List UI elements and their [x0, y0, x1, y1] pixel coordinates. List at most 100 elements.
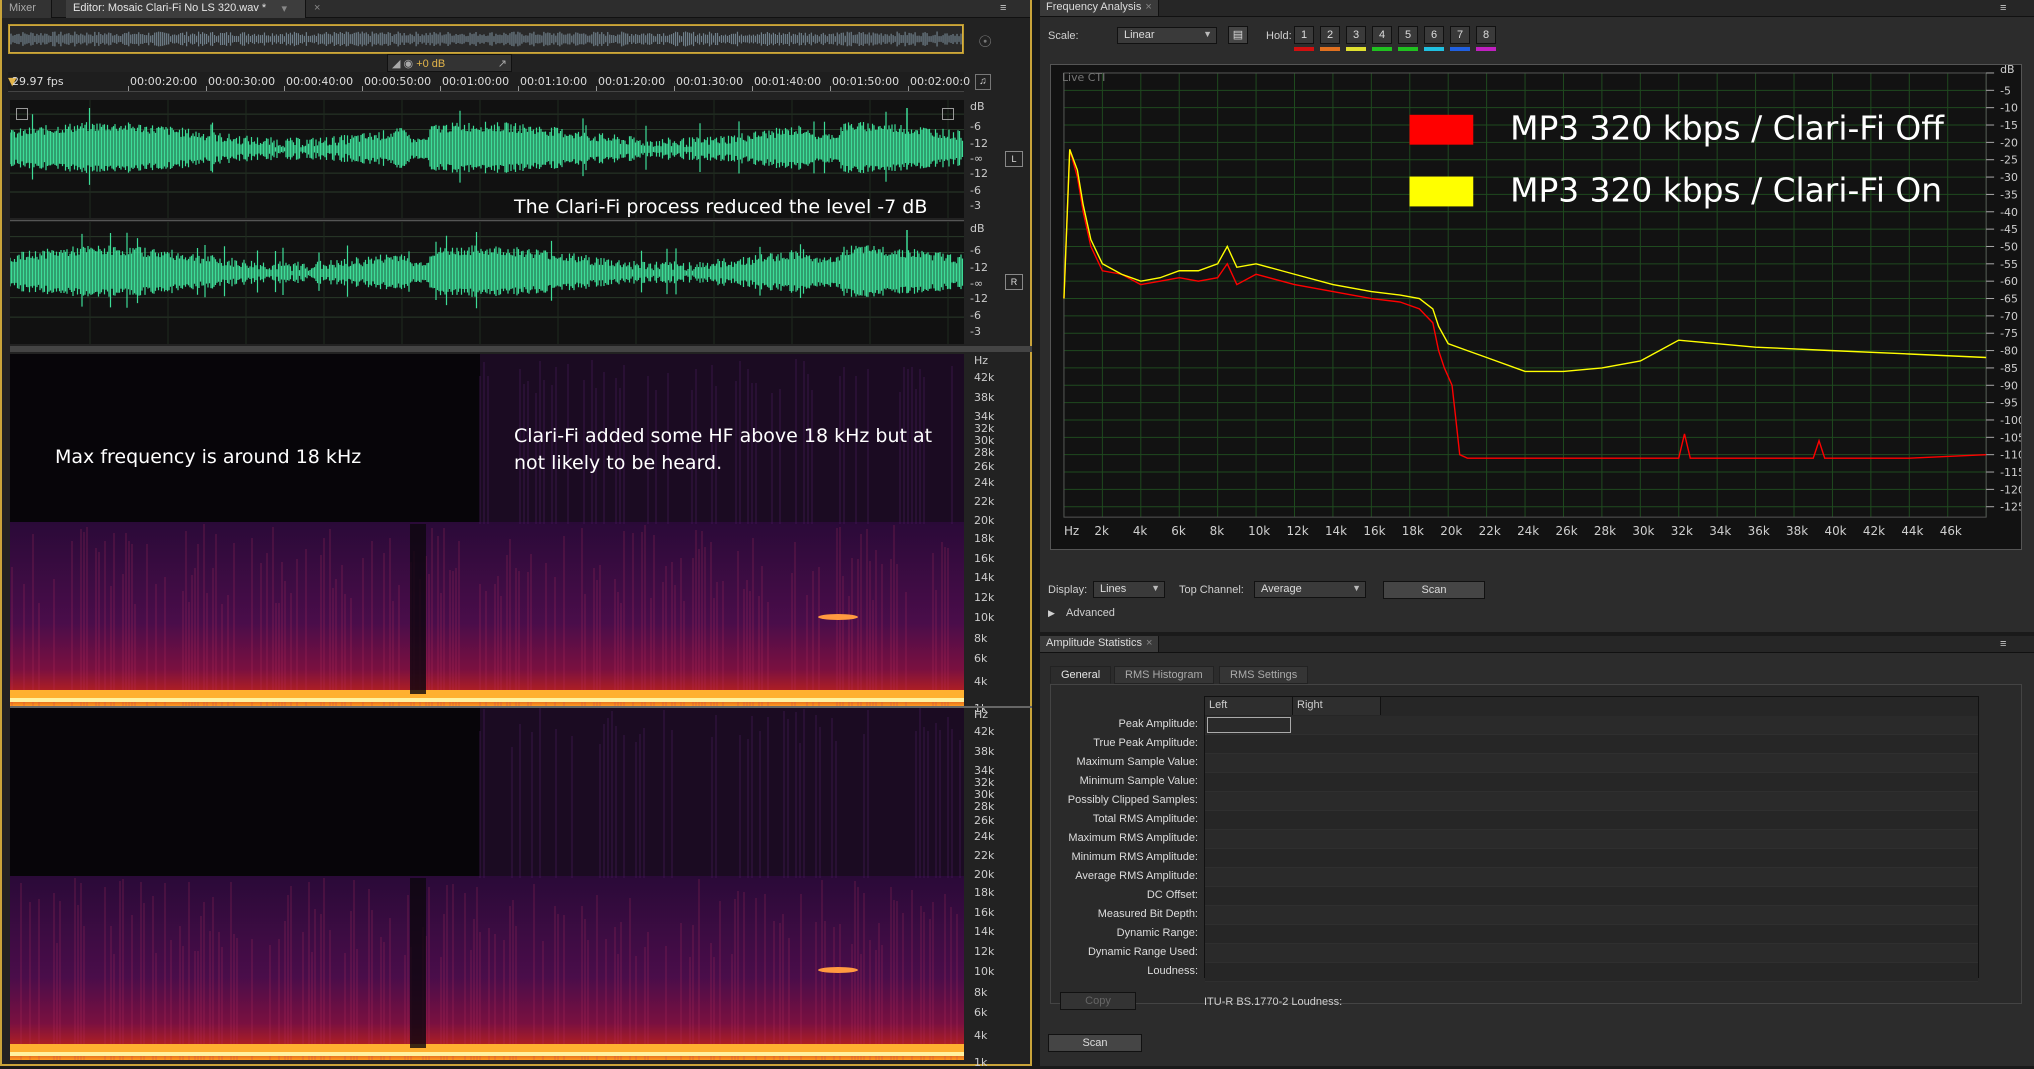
close-icon[interactable]: ×: [1146, 637, 1152, 649]
advanced-toggle[interactable]: Advanced: [1066, 607, 1115, 619]
close-icon[interactable]: ×: [1145, 1, 1151, 13]
hold-button-4[interactable]: 4: [1372, 26, 1392, 44]
table-row: [1205, 925, 1978, 944]
collapse-icon[interactable]: [942, 108, 954, 120]
db-tick: -6: [970, 120, 981, 133]
spectral-annotation-hf-2: not likely to be heard.: [514, 452, 723, 474]
column-right: Right: [1293, 697, 1381, 715]
time-ruler[interactable]: ▼ 29.97 fps 00:00:20:00 00:00:30:00 00:00:…: [8, 72, 970, 92]
stat-label: Average RMS Amplitude:: [1075, 870, 1198, 882]
hz-tick: 16k: [974, 552, 995, 566]
column-left: Left: [1205, 697, 1293, 715]
channel-divider: [10, 220, 964, 221]
chevron-down-icon: ▼: [1203, 29, 1212, 39]
zoom-magnifier-icon[interactable]: ☉: [978, 32, 992, 52]
channel-right-badge[interactable]: R: [1005, 274, 1023, 290]
x-tick-label: 4k: [1133, 524, 1148, 538]
close-tab-icon[interactable]: ×: [314, 2, 320, 14]
hz-tick: 24k: [974, 476, 995, 490]
y-tick-label: -115: [2000, 466, 2021, 479]
scan-button[interactable]: Scan: [1383, 581, 1485, 599]
file-dropdown-icon[interactable]: ▾: [281, 2, 287, 15]
frequency-graph[interactable]: Live CTI Hz 2k 4k 6k 8k 10k 12k 14k 16k 18k 20k 22k 2…: [1050, 64, 2022, 550]
spectral-right-channel[interactable]: [10, 708, 964, 1060]
tab-general[interactable]: General: [1050, 666, 1112, 684]
top-channel-select[interactable]: Average ▼: [1254, 581, 1366, 598]
spectral-tone: [818, 614, 858, 620]
expand-icon[interactable]: [16, 108, 28, 120]
y-tick-label: -80: [2000, 345, 2018, 358]
scale-select[interactable]: Linear ▼: [1117, 27, 1217, 44]
panel-menu-icon[interactable]: ≡: [1000, 2, 1006, 14]
display-label: Display:: [1048, 584, 1088, 596]
hz-tick: 18k: [974, 532, 995, 546]
pin-icon[interactable]: ↗: [498, 57, 507, 70]
copy-button[interactable]: Copy: [1060, 992, 1136, 1010]
tab-rms-histogram[interactable]: RMS Histogram: [1114, 666, 1214, 684]
chevron-right-icon[interactable]: ▶: [1048, 608, 1055, 619]
freeze-graph-button[interactable]: ▤: [1228, 26, 1248, 44]
hz-tick: 26k: [974, 814, 995, 828]
channel-left-badge[interactable]: L: [1005, 151, 1023, 167]
frequency-graph-svg: Live CTI Hz 2k 4k 6k 8k 10k 12k 14k 16k 18k 20k 22k 2…: [1062, 65, 2021, 538]
hold-button-3[interactable]: 3: [1346, 26, 1366, 44]
scan-button[interactable]: Scan: [1048, 1034, 1142, 1052]
x-tick-label: 14k: [1325, 524, 1347, 538]
volume-bars-icon: ◢: [392, 58, 401, 70]
x-tick-label: 46k: [1940, 524, 1962, 538]
x-tick-label: 20k: [1440, 524, 1462, 538]
hz-scale-left: Hz 42k 38k 34k 32k 30k 28k 26k 24k 22k 20k 18k 16k 14…: [968, 354, 1028, 715]
view-splitter[interactable]: [10, 346, 1032, 352]
y-tick-label: -15: [2000, 119, 2018, 132]
hud-volume[interactable]: ◢ ◉ +0 dB ↗: [387, 54, 512, 72]
x-tick-label: 32k: [1671, 524, 1693, 538]
waveform-right-channel[interactable]: [10, 222, 964, 344]
db-tick: -3: [970, 199, 981, 212]
y-tick-label: -95: [2000, 397, 2018, 410]
amplitude-statistics-panel: Amplitude Statistics × ≡ General RMS Hist…: [1040, 636, 2034, 1066]
ruler-tick: [518, 86, 519, 91]
x-tick-label: 2k: [1094, 524, 1109, 538]
peak-amplitude-cell[interactable]: [1207, 717, 1291, 733]
hold-button-2[interactable]: 2: [1320, 26, 1340, 44]
display-select[interactable]: Lines ▼: [1093, 581, 1165, 598]
y-tick-label: -10: [2000, 102, 2018, 115]
overview-waveform[interactable]: [8, 24, 964, 54]
spectral-right-svg: [10, 708, 964, 1060]
panel-menu-icon[interactable]: ≡: [2000, 2, 2006, 14]
ruler-tick: [440, 86, 441, 91]
hold-button-5[interactable]: 5: [1398, 26, 1418, 44]
panel-menu-icon[interactable]: ≡: [2000, 638, 2006, 650]
hz-tick: 4k: [974, 674, 988, 688]
scale-select-value: Linear: [1124, 29, 1155, 41]
y-tick-label: -100: [2000, 414, 2021, 427]
hold-button-7[interactable]: 7: [1450, 26, 1470, 44]
tab-editor-label: Editor: Mosaic Clari-Fi No LS 320.wav *: [73, 2, 267, 14]
x-tick-label: 10k: [1248, 524, 1270, 538]
hold-button-8[interactable]: 8: [1476, 26, 1496, 44]
ruler-time-label: 00:01:00:00: [442, 75, 510, 88]
x-tick-label: 40k: [1824, 524, 1846, 538]
overview-svg: [8, 24, 964, 54]
hold-button-1[interactable]: 1: [1294, 26, 1314, 44]
table-row: [1205, 735, 1978, 754]
spectral-left-channel[interactable]: [10, 354, 964, 706]
freq-panel-tab[interactable]: Frequency Analysis ×: [1040, 0, 1159, 16]
y-tick-label: -35: [2000, 188, 2018, 201]
hold-button-6[interactable]: 6: [1424, 26, 1444, 44]
tab-rms-settings[interactable]: RMS Settings: [1219, 666, 1309, 684]
x-tick-label: 16k: [1363, 524, 1385, 538]
hz-tick: 42k: [974, 725, 995, 739]
y-tick-label: -85: [2000, 362, 2018, 375]
ruler-time-label: 00:01:10:00: [520, 75, 588, 88]
tab-mixer[interactable]: Mixer: [2, 0, 52, 18]
itu-loudness-label: ITU-R BS.1770-2 Loudness:: [1204, 996, 1343, 1008]
hold-color-bar: [1450, 47, 1470, 51]
tab-editor[interactable]: Editor: Mosaic Clari-Fi No LS 320.wav * …: [66, 0, 306, 18]
amp-panel-tab[interactable]: Amplitude Statistics ×: [1040, 636, 1160, 652]
legend-label: MP3 320 kbps / Clari-Fi On: [1510, 170, 1942, 209]
headphones-icon[interactable]: ♫: [975, 74, 991, 90]
volume-knob-icon[interactable]: ◉: [404, 58, 414, 70]
ruler-tick: [752, 86, 753, 91]
freq-panel-title: Frequency Analysis: [1046, 1, 1142, 13]
